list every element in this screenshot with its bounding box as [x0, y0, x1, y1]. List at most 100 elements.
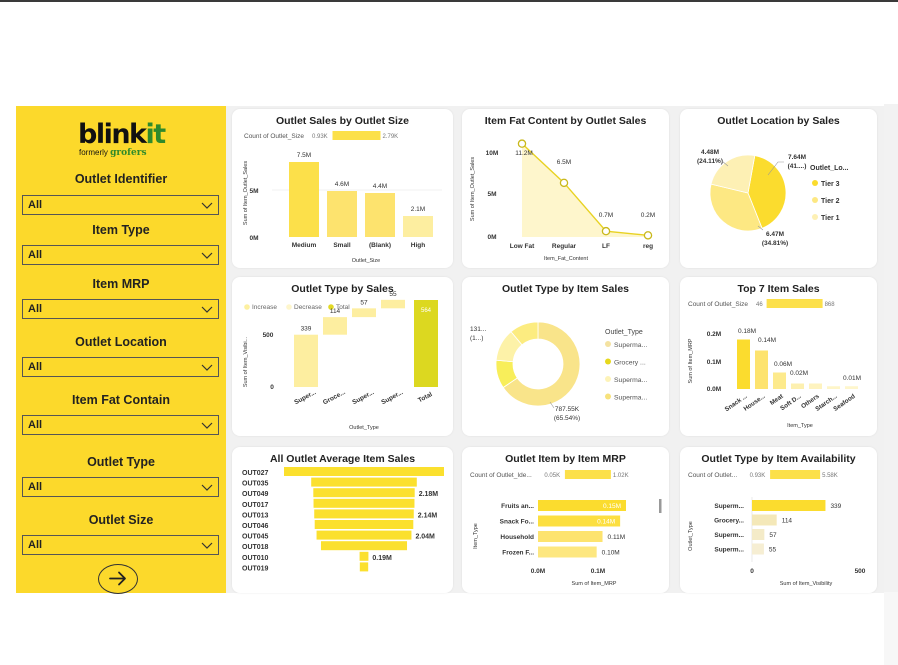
- filter-value: All: [28, 539, 43, 551]
- y-tick: 0M: [487, 234, 496, 241]
- top-items-bar-chart: Count of Outlet_Size 46 868 Sum of Item_MRP…: [688, 299, 861, 429]
- legend-max: 2.79K: [383, 134, 399, 140]
- legend-gradient-bar: [564, 470, 611, 479]
- y-tick: Superm...: [714, 532, 744, 539]
- item-mrp-bar-chart: Count of Outlet_Ide... 0.05K 1.02K Item_Typ…: [470, 470, 662, 587]
- data-label: 2.14M: [418, 512, 438, 519]
- legend-title: Count of Outlet_Size: [688, 301, 748, 308]
- card-outlet-item-by-mrp[interactable]: Outlet Item by Item MRP Count of Outlet_…: [462, 447, 669, 593]
- data-label: 564: [421, 308, 432, 314]
- card-fat-content-by-sales[interactable]: Item Fat Content by Outlet Sales Sum of …: [462, 109, 669, 268]
- data-label: 7.64M: [788, 154, 806, 161]
- blinkit-logo: blinkit formerly grofers: [78, 119, 178, 158]
- legend-min: 0.93K: [312, 134, 328, 140]
- data-label: 2.04M: [415, 534, 435, 541]
- filter-value: All: [28, 481, 43, 493]
- funnel-bar: [284, 467, 444, 476]
- x-tick: Medium: [292, 242, 317, 249]
- y-axis-label: Sum of Item_Outlet_Sales: [243, 161, 249, 225]
- data-label: 339: [830, 503, 841, 510]
- data-label: 114: [330, 308, 341, 315]
- x-tick: Super...: [293, 389, 317, 406]
- data-label: 4.48M: [701, 149, 719, 156]
- filter-label: Outlet Identifier: [74, 172, 168, 186]
- legend-item: Grocery ...: [614, 360, 646, 367]
- legend-dot: [812, 180, 818, 186]
- scrollbar-thumb: [659, 499, 662, 513]
- y-tick: 0.1M: [707, 359, 721, 366]
- card-all-outlet-average-sales[interactable]: All Outlet Average Item Sales OUT027 OUT0…: [232, 447, 453, 593]
- data-label: 0.02M: [790, 370, 808, 377]
- y-tick: 10M: [486, 150, 499, 157]
- funnel-category: OUT046: [242, 523, 269, 530]
- logo-brand-accent: it: [145, 119, 167, 150]
- funnel-category: OUT035: [242, 481, 269, 488]
- funnel-bar: [314, 520, 414, 529]
- x-tick: Small: [333, 242, 351, 249]
- filter-dropdown[interactable]: All: [22, 357, 219, 377]
- funnel-bar: [311, 477, 417, 487]
- y-axis-label: Item_Type: [473, 523, 479, 549]
- x-tick: 0.1M: [591, 568, 605, 575]
- funnel-bar: [313, 488, 415, 498]
- card-outlet-type-by-sales[interactable]: Outlet Type by Sales Increase Decrease Tot…: [232, 277, 453, 436]
- funnel-bar: [314, 509, 414, 519]
- filter-dropdown[interactable]: All: [22, 415, 219, 435]
- scrollbar-track[interactable]: [884, 104, 898, 592]
- data-label: 11.2M: [515, 150, 533, 157]
- fat-content-area-chart: Sum of Item_Outlet_Sales 10M 5M 0M 11.2M Low …: [470, 139, 655, 262]
- data-label: 2.18M: [419, 491, 439, 498]
- legend-gradient-bar: [770, 470, 821, 479]
- legend-item: Increase: [252, 304, 277, 311]
- legend-min: 0.05K: [544, 473, 560, 479]
- legend-dot: [812, 197, 818, 203]
- funnel-category: OUT010: [242, 555, 269, 562]
- legend-gradient-bar: [766, 299, 823, 308]
- card-outlet-location-by-sales[interactable]: Outlet Location by Sales 7.64M (41....) 6.…: [680, 109, 877, 268]
- filter-dropdown[interactable]: All: [22, 299, 219, 319]
- page-margin: [884, 592, 898, 665]
- filter-value: All: [28, 199, 43, 211]
- bar: [809, 383, 822, 389]
- data-point: [643, 231, 653, 240]
- y-tick: Snack Fo...: [500, 519, 535, 526]
- data-label: 57: [360, 299, 368, 306]
- area-fill: [522, 143, 648, 237]
- card-outlet-type-by-availability[interactable]: Outlet Type by Item Availability Count o…: [680, 447, 877, 593]
- filter-sidebar: blinkit formerly grofers Outlet Identifi…: [16, 106, 226, 594]
- filter-label: Item Type: [92, 223, 150, 237]
- x-tick: 500: [855, 568, 866, 575]
- top-border: [0, 0, 898, 2]
- filter-dropdown[interactable]: All: [22, 535, 219, 555]
- next-page-button[interactable]: [98, 564, 138, 594]
- data-label-pct: (41....): [788, 163, 807, 170]
- bar: [538, 546, 597, 558]
- data-label-pct: (24.11%): [697, 158, 723, 165]
- card-top-7-item-sales[interactable]: Top 7 Item Sales Count of Outlet_Size 46 8…: [680, 277, 877, 436]
- bar: [773, 372, 786, 389]
- x-axis-label: Sum of Item_Visibility: [780, 581, 833, 587]
- card-outlet-sales-by-size[interactable]: Outlet Sales by Outlet Size Count of Out…: [232, 109, 453, 268]
- card-outlet-type-by-item-sales[interactable]: Outlet Type by Item Sales 131... (1...) 78…: [462, 277, 669, 436]
- legend-max: 868: [825, 302, 836, 308]
- data-label: 0.10M: [602, 550, 620, 557]
- logo-formerly: formerly: [79, 148, 108, 157]
- x-tick: Soft D...: [779, 393, 803, 413]
- dashboard-canvas: Outlet Sales by Outlet Size Count of Out…: [226, 106, 884, 593]
- filter-dropdown[interactable]: All: [22, 477, 219, 497]
- data-label: 55: [389, 291, 397, 298]
- y-tick: Grocery...: [714, 518, 744, 525]
- funnel-bar: [359, 562, 369, 572]
- y-tick: 0: [270, 384, 274, 391]
- data-label: 4.4M: [373, 183, 387, 190]
- legend-max: 1.02K: [613, 473, 629, 479]
- data-label: 339: [301, 326, 312, 333]
- legend-dot: [605, 358, 611, 365]
- y-axis-label: Sum of Item_MRP: [688, 338, 694, 383]
- x-axis-label: Item_Type: [787, 423, 813, 429]
- bar: [403, 216, 433, 237]
- filter-dropdown[interactable]: All: [22, 245, 219, 265]
- data-label: 0.19M: [372, 555, 392, 562]
- filter-dropdown[interactable]: All: [22, 195, 219, 215]
- legend-min: 0.93K: [750, 473, 766, 479]
